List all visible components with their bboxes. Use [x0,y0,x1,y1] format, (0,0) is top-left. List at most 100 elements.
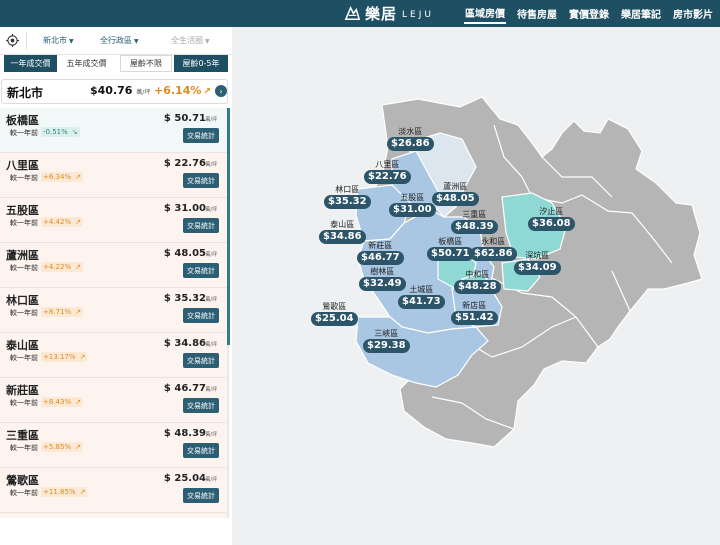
list-item-change-value: -0.51% [43,128,68,136]
map-district-label[interactable]: 土城區 $41.73 [398,285,445,309]
list-item-compare-label: 較一年前 [10,489,38,497]
stats-button[interactable]: 交易統計 [183,398,219,413]
list-item-name: 八里區 [6,159,39,172]
list-item[interactable]: 泰山區 $ 34.86 萬/坪 較一年前 +13.17% ↗ 交易統計 [0,333,227,378]
city-summary[interactable]: 新北市 $40.76 萬/坪 +6.14% ↗ › [1,79,228,104]
trend-up-icon: ↗ [75,308,81,316]
map-district-label[interactable]: 八里區 $22.76 [364,160,411,184]
map-district-price: $35.32 [324,195,371,209]
list-item-unit: 萬/坪 [205,342,217,348]
map-district-name: 三峽區 [374,329,399,338]
list-item[interactable]: 板橋區 $ 50.71 萬/坪 較一年前 -0.51% ↘ 交易統計 [0,108,227,153]
list-item-change-value: +8.71% [43,308,72,316]
city-dropdown[interactable]: 新北市 ▼ [43,35,74,46]
list-item-change-value: +5.85% [43,443,72,451]
map-district-label[interactable]: 蘆洲區 $48.05 [432,182,479,206]
list-item-change-value: +8.43% [43,398,72,406]
district-dropdown-value: 全行政區 [100,36,132,45]
list-item-change-value: +13.17% [43,353,76,361]
trend-up-icon: ↗ [75,263,81,271]
stats-button[interactable]: 交易統計 [183,128,219,143]
list-item[interactable]: 新莊區 $ 46.77 萬/坪 較一年前 +8.43% ↗ 交易統計 [0,378,227,423]
list-item-unit: 萬/坪 [205,477,217,483]
list-item-name: 蘆洲區 [6,249,39,262]
nav-notes[interactable]: 樂居筆記 [620,4,662,23]
stats-button[interactable]: 交易統計 [183,218,219,233]
map-district-label[interactable]: 板橋區 $50.71 [427,237,474,261]
nav-area-prices[interactable]: 區域房價 [464,3,506,24]
list-item-name: 林口區 [6,294,39,307]
map-district-name: 深坑區 [525,251,550,260]
stats-button[interactable]: 交易統計 [183,308,219,323]
map-district-label[interactable]: 中和區 $48.28 [454,270,501,294]
chevron-down-icon: ▼ [69,38,74,45]
list-item-name: 泰山區 [6,339,39,352]
map-district-label[interactable]: 新店區 $51.42 [451,301,498,325]
map-district-name: 三重區 [462,210,487,219]
lifestyle-dropdown[interactable]: 全生活圈 ▼ [171,35,210,46]
locate-icon[interactable] [6,34,19,47]
city-change-value: +6.14% [154,84,202,97]
map-district-label[interactable]: 永和區 $62.86 [470,237,517,261]
list-item-change-value: +11.85% [43,488,76,496]
filter-row: 新北市 ▼ 全行政區 ▼ 全生活圈 ▼ [0,27,232,55]
map-district-price: $48.28 [454,280,501,294]
map-district-label[interactable]: 鶯歌區 $25.04 [311,302,358,326]
list-item-change: +8.71% ↗ [41,307,83,317]
chevron-down-icon: ▼ [134,38,139,45]
map-district-label[interactable]: 新莊區 $46.77 [357,241,404,265]
list-item[interactable]: 鶯歌區 $ 25.04 萬/坪 較一年前 +11.85% ↗ 交易統計 [0,468,227,513]
toggle-5y-price[interactable]: 五年成交價 [59,55,114,72]
map-district-label[interactable]: 汐止區 $36.08 [528,207,575,231]
list-item-compare-label: 較一年前 [10,354,38,362]
map-district-name: 泰山區 [330,220,355,229]
city-summary-price: $40.76 萬/坪 [90,84,150,97]
list-item[interactable]: 樹林區$ 32.49萬/坪較一年前+7.32%↗交易統計 [0,513,227,518]
list-item-change: -0.51% ↘ [41,127,80,137]
toggle-age-any[interactable]: 屋齡不限 [120,55,172,72]
trend-up-icon: ↗ [79,488,86,496]
map-district-label[interactable]: 三峽區 $29.38 [363,329,410,353]
map-district-name: 八里區 [375,160,400,169]
top-header: 樂居 LEJU 區域房價 待售房屋 實價登錄 樂居筆記 房市影片 [0,0,720,27]
city-price-value: $40.76 [90,84,133,97]
nav-videos[interactable]: 房市影片 [672,4,714,23]
list-item-unit: 萬/坪 [205,297,217,303]
list-item[interactable]: 三重區 $ 48.39 萬/坪 較一年前 +5.85% ↗ 交易統計 [0,423,227,468]
map-district-label[interactable]: 淡水區 $26.86 [387,127,434,151]
toggle-1y-price[interactable]: 一年成交價 [4,55,57,72]
list-item-compare-label: 較一年前 [10,309,38,317]
district-dropdown[interactable]: 全行政區 ▼ [100,35,139,46]
district-list: 板橋區 $ 50.71 萬/坪 較一年前 -0.51% ↘ 交易統計 八里區 $ 22.76 萬/… [0,108,232,518]
map-district-price: $48.05 [432,192,479,206]
stats-button[interactable]: 交易統計 [183,443,219,458]
map-district-price: $41.73 [398,295,445,309]
nav-for-sale[interactable]: 待售房屋 [516,4,558,23]
map-district-name: 新莊區 [368,241,393,250]
list-item[interactable]: 八里區 $ 22.76 萬/坪 較一年前 +6.34% ↗ 交易統計 [0,153,227,198]
stats-button[interactable]: 交易統計 [183,353,219,368]
nav-actual-prices[interactable]: 實價登錄 [568,4,610,23]
district-map[interactable]: 淡水區 $26.86 八里區 $22.76 林口區 $35.32 五股區 $31.00 蘆洲區 $… [232,27,720,545]
scrollbar-thumb[interactable] [227,108,230,345]
list-item-compare-label: 較一年前 [10,219,38,227]
list-item-name: 鶯歌區 [6,474,39,487]
map-district-name: 中和區 [465,270,490,279]
toggle-age-0-5[interactable]: 屋齡0-5年 [174,55,228,72]
trend-up-icon: ↗ [75,218,81,226]
list-item-compare-label: 較一年前 [10,129,38,137]
list-item[interactable]: 五股區 $ 31.00 萬/坪 較一年前 +4.42% ↗ 交易統計 [0,198,227,243]
map-district-label[interactable]: 深坑區 $34.09 [514,251,561,275]
list-item-change: +13.17% ↗ [41,352,88,362]
list-item[interactable]: 蘆洲區 $ 48.05 萬/坪 較一年前 +4.22% ↗ 交易統計 [0,243,227,288]
list-item[interactable]: 林口區 $ 35.32 萬/坪 較一年前 +8.71% ↗ 交易統計 [0,288,227,333]
stats-button[interactable]: 交易統計 [183,488,219,503]
logo[interactable]: 樂居 LEJU [343,3,434,24]
chevron-right-icon[interactable]: › [215,85,227,97]
list-item-price: $ 48.05 [163,248,206,259]
map-district-label[interactable]: 五股區 $31.00 [389,193,436,217]
stats-button[interactable]: 交易統計 [183,263,219,278]
map-district-label[interactable]: 三重區 $48.39 [451,210,498,234]
map-district-label[interactable]: 林口區 $35.32 [324,185,371,209]
stats-button[interactable]: 交易統計 [183,173,219,188]
